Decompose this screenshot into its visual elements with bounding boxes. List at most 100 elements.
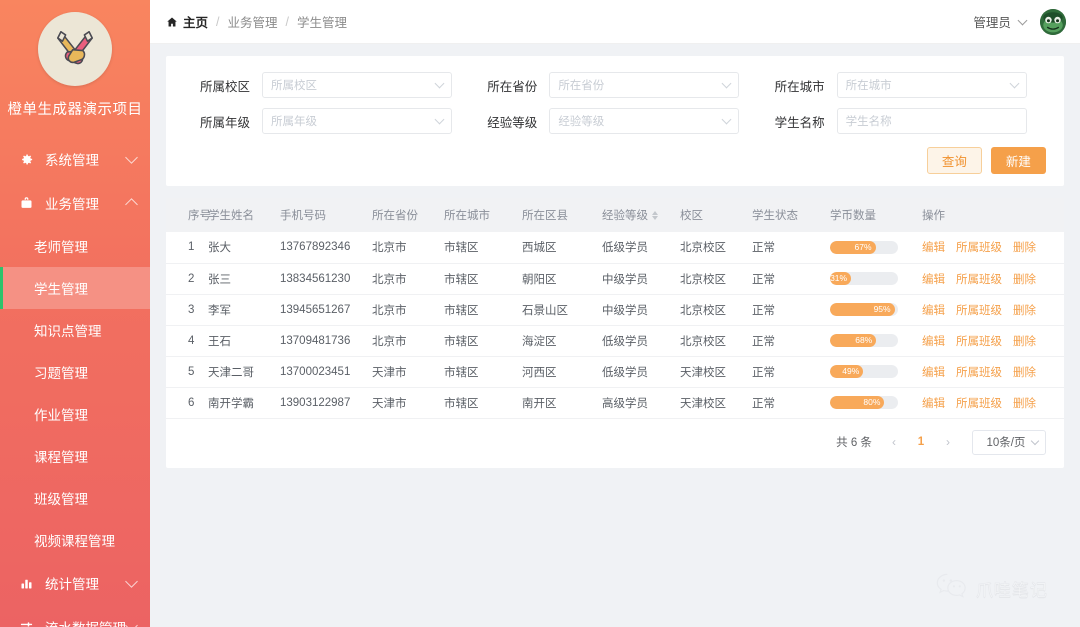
sort-icon[interactable] bbox=[652, 211, 658, 221]
user-name: 管理员 bbox=[973, 16, 1011, 30]
op-edit-link[interactable]: 编辑 bbox=[922, 242, 945, 254]
handshake-pencils-logo-icon bbox=[57, 31, 93, 65]
filter-placeholder: 所属校区 bbox=[271, 80, 317, 92]
op-delete-link[interactable]: 删除 bbox=[1013, 242, 1036, 254]
op-class-link[interactable]: 所属班级 bbox=[956, 242, 1002, 254]
sidebar-item-class-mgmt[interactable]: 班级管理 bbox=[0, 477, 150, 519]
coin-progress-bar: 31% bbox=[830, 272, 898, 285]
cell-province: 北京市 bbox=[372, 263, 444, 295]
op-class-link[interactable]: 所属班级 bbox=[956, 305, 1002, 317]
page-size-select[interactable]: 10条/页 bbox=[971, 429, 1046, 455]
chevron-down-icon bbox=[434, 114, 445, 125]
sidebar-item-label: 课程管理 bbox=[34, 450, 88, 465]
th-level-label: 经验等级 bbox=[602, 210, 648, 222]
cell-coin: 80% bbox=[830, 387, 922, 419]
op-class-link[interactable]: 所属班级 bbox=[956, 367, 1002, 379]
op-edit-link[interactable]: 编辑 bbox=[922, 305, 945, 317]
sidebar-item-label: 习题管理 bbox=[34, 366, 88, 381]
cell-phone: 13709481736 bbox=[280, 325, 372, 357]
op-delete-link[interactable]: 删除 bbox=[1013, 274, 1036, 286]
top-bar: 主页 / 业务管理 / 学生管理 管理员 bbox=[150, 0, 1080, 44]
filter-label: 经验等级 bbox=[487, 115, 538, 130]
sidebar-item-student-mgmt[interactable]: 学生管理 bbox=[0, 267, 150, 309]
op-delete-link[interactable]: 删除 bbox=[1013, 305, 1036, 317]
sidebar-item-label: 知识点管理 bbox=[34, 324, 102, 339]
th-province: 所在省份 bbox=[372, 198, 444, 232]
sidebar-item-homework-mgmt[interactable]: 作业管理 bbox=[0, 393, 150, 435]
coin-progress-value: 31% bbox=[830, 273, 848, 284]
watermark-text: 爪哇笔记 bbox=[975, 581, 1048, 601]
sidebar-brand: 橙单生成器演示项目 bbox=[0, 0, 150, 119]
op-class-link[interactable]: 所属班级 bbox=[956, 398, 1002, 410]
sidebar-item-label: 作业管理 bbox=[34, 408, 88, 423]
op-delete-link[interactable]: 删除 bbox=[1013, 367, 1036, 379]
filter-placeholder: 所属年级 bbox=[271, 116, 317, 128]
op-edit-link[interactable]: 编辑 bbox=[922, 336, 945, 348]
breadcrumb-item-home[interactable]: 主页 bbox=[183, 12, 208, 31]
filter-experience-level: 经验等级 经验等级 bbox=[471, 108, 758, 134]
th-status: 学生状态 bbox=[752, 198, 830, 232]
cell-level: 高级学员 bbox=[602, 387, 680, 419]
chevron-down-icon bbox=[1017, 15, 1028, 25]
chevron-down-icon bbox=[125, 618, 138, 627]
cell-name: 张三 bbox=[208, 263, 280, 295]
cell-province: 天津市 bbox=[372, 356, 444, 388]
page-content: 所属校区 所属校区 所在省份 所在省份 所在城市 所在城市 所属年级 所属年级 … bbox=[150, 44, 1080, 627]
sidebar-item-exercise-mgmt[interactable]: 习题管理 bbox=[0, 351, 150, 393]
chevron-right-icon[interactable]: › bbox=[938, 432, 958, 452]
app-logo bbox=[38, 12, 112, 86]
op-edit-link[interactable]: 编辑 bbox=[922, 398, 945, 410]
sidebar-item-label: 老师管理 bbox=[34, 240, 88, 255]
sidebar-item-knowledge-mgmt[interactable]: 知识点管理 bbox=[0, 309, 150, 351]
cell-operations: 编辑 所属班级 删除 bbox=[922, 325, 1064, 357]
page-size-label: 10条/页 bbox=[986, 437, 1026, 449]
table-row: 5 天津二哥 13700023451 天津市 市辖区 河西区 低级学员 天津校区 正常 49% 编辑… bbox=[166, 356, 1064, 388]
filter-grade-select[interactable]: 所属年级 bbox=[262, 108, 452, 134]
cell-city: 市辖区 bbox=[444, 263, 522, 295]
create-button[interactable]: 新建 bbox=[990, 147, 1046, 174]
sidebar-group-business[interactable]: 业务管理 bbox=[0, 181, 150, 225]
filter-placeholder: 所在城市 bbox=[845, 80, 892, 92]
sidebar-group-statistics[interactable]: 统计管理 bbox=[0, 561, 150, 605]
th-district: 所在区县 bbox=[522, 198, 602, 232]
cell-status: 正常 bbox=[752, 387, 830, 419]
table-row: 6 南开学霸 13903122987 天津市 市辖区 南开区 高级学员 天津校区 正常 80% 编辑… bbox=[166, 387, 1064, 419]
sidebar-item-video-course-mgmt[interactable]: 视频课程管理 bbox=[0, 519, 150, 561]
cell-index: 3 bbox=[166, 294, 208, 326]
filter-campus-select[interactable]: 所属校区 bbox=[262, 72, 452, 98]
filter-student-name-input[interactable]: 学生名称 bbox=[836, 108, 1027, 134]
breadcrumb-item-business[interactable]: 业务管理 bbox=[228, 12, 278, 31]
sidebar-item-teacher-mgmt[interactable]: 老师管理 bbox=[0, 225, 150, 267]
pagination-current-page[interactable]: 1 bbox=[910, 432, 932, 452]
avatar[interactable] bbox=[1039, 8, 1066, 35]
breadcrumb-item-student[interactable]: 学生管理 bbox=[297, 12, 347, 31]
op-class-link[interactable]: 所属班级 bbox=[956, 274, 1002, 286]
op-edit-link[interactable]: 编辑 bbox=[922, 274, 945, 286]
cell-operations: 编辑 所属班级 删除 bbox=[922, 232, 1064, 264]
op-class-link[interactable]: 所属班级 bbox=[956, 336, 1002, 348]
th-campus: 校区 bbox=[680, 198, 752, 232]
filter-province-select[interactable]: 所在省份 bbox=[549, 72, 740, 98]
filter-label: 所属校区 bbox=[199, 79, 250, 94]
user-menu[interactable]: 管理员 bbox=[973, 8, 1066, 35]
table-row: 3 李军 13945651267 北京市 市辖区 石景山区 中级学员 北京校区 正常 95% 编辑所… bbox=[166, 294, 1064, 326]
chevron-left-icon[interactable]: ‹ bbox=[884, 432, 904, 452]
cell-coin: 49% bbox=[830, 356, 922, 388]
filter-city-select[interactable]: 所在城市 bbox=[836, 72, 1027, 98]
sidebar-group-system[interactable]: 系统管理 bbox=[0, 137, 150, 181]
op-edit-link[interactable]: 编辑 bbox=[922, 367, 945, 379]
home-icon bbox=[166, 16, 178, 28]
sidebar-item-course-mgmt[interactable]: 课程管理 bbox=[0, 435, 150, 477]
cell-city: 市辖区 bbox=[444, 294, 522, 326]
filter-grade: 所属年级 所属年级 bbox=[184, 108, 471, 134]
coin-progress-fill: 67% bbox=[830, 240, 876, 254]
sidebar-group-label: 统计管理 bbox=[45, 577, 99, 592]
op-delete-link[interactable]: 删除 bbox=[1013, 398, 1036, 410]
coin-progress-bar: 95% bbox=[830, 303, 898, 316]
op-delete-link[interactable]: 删除 bbox=[1013, 336, 1036, 348]
sidebar-menu: 系统管理 业务管理 老师管理 学生管理 知识点管理 习题管理 作业管理 课程管理… bbox=[0, 137, 150, 627]
sidebar-group-flow-data[interactable]: 流水数据管理 bbox=[0, 605, 150, 627]
th-level[interactable]: 经验等级 bbox=[602, 198, 680, 232]
query-button[interactable]: 查询 bbox=[926, 147, 982, 174]
filter-experience-level-select[interactable]: 经验等级 bbox=[549, 108, 740, 134]
